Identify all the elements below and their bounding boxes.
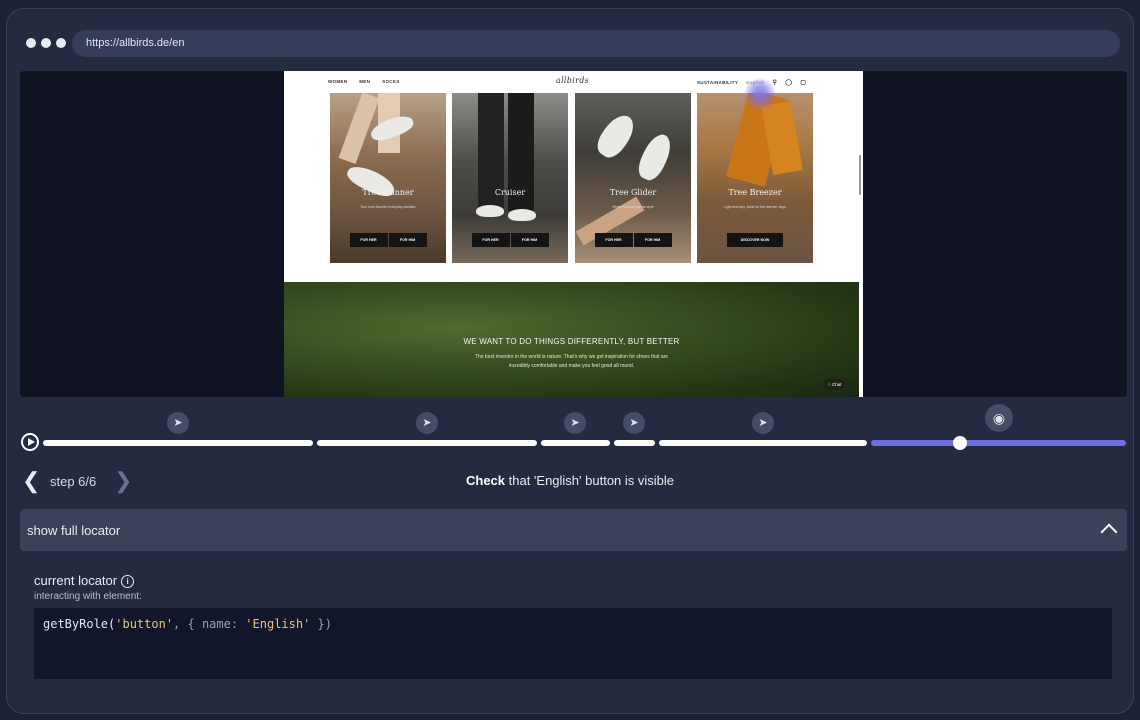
product-card: Tree Breezer Light and airy, ideal for t… xyxy=(697,93,813,263)
for-her-button[interactable]: FOR HER xyxy=(471,233,510,247)
photo-detail xyxy=(633,130,677,184)
for-him-button[interactable]: FOR HIM xyxy=(633,233,672,247)
hero-banner: WE WANT TO DO THINGS DIFFERENTLY, BUT BE… xyxy=(284,282,859,397)
full-locator-toggle[interactable]: show full locator xyxy=(20,509,1127,551)
site-nav: WOMEN MEN SOCKS allbirds SUSTAINABILITY … xyxy=(284,71,863,93)
cursor-click-icon[interactable]: ➤ xyxy=(416,412,438,434)
nav-sustainability[interactable]: SUSTAINABILITY xyxy=(697,80,738,85)
action-text: that 'English' button is visible xyxy=(505,473,675,488)
current-locator-label: current locator xyxy=(34,573,118,588)
for-her-button[interactable]: FOR HER xyxy=(349,233,388,247)
play-icon[interactable] xyxy=(21,433,39,451)
full-locator-label: show full locator xyxy=(27,523,121,538)
info-icon[interactable]: i xyxy=(121,575,135,588)
address-bar: https://allbirds.de/en xyxy=(72,30,1120,57)
for-him-button[interactable]: FOR HIM xyxy=(388,233,427,247)
window-dot xyxy=(41,38,51,48)
cursor-click-icon[interactable]: ➤ xyxy=(752,412,774,434)
cart-icon[interactable]: ▢ xyxy=(800,79,806,86)
hero-text-line: incredibly comfortable and make you feel… xyxy=(508,363,635,369)
product-title: Tree Runner xyxy=(362,188,414,197)
product-card: Cruiser FOR HER FOR HIM xyxy=(452,93,568,263)
timeline-segment-step-3[interactable] xyxy=(541,440,610,446)
photo-detail xyxy=(592,109,640,163)
discover-now-button[interactable]: DISCOVER NOW xyxy=(727,233,783,247)
code-function: getByRole( xyxy=(43,617,116,631)
code-name: 'English' xyxy=(245,617,311,631)
chevron-up-icon[interactable] xyxy=(1099,519,1119,539)
current-locator-heading: current locator i xyxy=(34,573,135,588)
site-logo[interactable]: allbirds xyxy=(556,76,589,85)
photo-detail xyxy=(508,209,536,221)
timeline-segment-step-5[interactable] xyxy=(659,440,867,446)
hero-heading: WE WANT TO DO THINGS DIFFERENTLY, BUT BE… xyxy=(463,337,680,346)
interacting-label: interacting with element: xyxy=(34,591,142,602)
window-dot xyxy=(26,38,36,48)
product-subtitle: Light and airy, ideal for the warmer day… xyxy=(724,205,786,209)
website-preview: WOMEN MEN SOCKS allbirds SUSTAINABILITY … xyxy=(284,71,863,397)
timeline-scrubber[interactable] xyxy=(953,436,967,450)
product-card: Tree Glider Where comfort meets style FO… xyxy=(575,93,691,263)
product-title: Tree Glider xyxy=(609,188,657,197)
hero-text-line: The best inventor in the world is nature… xyxy=(474,354,669,360)
code-options-close: }) xyxy=(310,617,333,631)
nav-women[interactable]: WOMEN xyxy=(328,79,347,84)
step-description: Check that 'English' button is visible xyxy=(0,473,1140,488)
cursor-click-icon[interactable]: ➤ xyxy=(167,412,189,434)
cursor-click-icon[interactable]: ➤ xyxy=(623,412,645,434)
window-dot xyxy=(56,38,66,48)
action-verb: Check xyxy=(465,473,506,488)
timeline-segment-step-6[interactable] xyxy=(871,440,1126,446)
code-options-open: , { name: xyxy=(173,617,246,631)
for-her-button[interactable]: FOR HER xyxy=(594,233,633,247)
timeline-segment-step-4[interactable] xyxy=(614,440,655,446)
product-title: Cruiser xyxy=(494,188,526,197)
product-title: Tree Breezer xyxy=(728,188,782,197)
chat-label: Chat xyxy=(831,382,842,387)
product-subtitle: Where comfort meets style xyxy=(612,205,654,209)
window-controls xyxy=(26,38,66,48)
nav-socks[interactable]: SOCKS xyxy=(382,79,400,84)
code-role: 'button' xyxy=(115,617,174,631)
photo-detail xyxy=(476,205,504,217)
account-icon[interactable]: ◯ xyxy=(785,79,792,86)
product-subtitle: Your new favorite everyday sneaker xyxy=(360,205,416,209)
chat-button[interactable]: ○ Chat xyxy=(823,379,847,390)
click-highlight xyxy=(744,78,776,110)
cursor-click-icon[interactable]: ➤ xyxy=(564,412,586,434)
timeline-segment-step-1[interactable] xyxy=(43,440,313,446)
product-card: Tree Runner Your new favorite everyday s… xyxy=(330,93,446,263)
locator-code-block: getByRole('button', { name: 'English' }) xyxy=(34,608,1112,679)
hero-text: The best inventor in the world is nature… xyxy=(284,353,859,371)
site-scrollbar[interactable] xyxy=(859,155,861,195)
eye-icon[interactable]: ◉ xyxy=(985,404,1013,432)
timeline-segment-step-2[interactable] xyxy=(317,440,537,446)
for-him-button[interactable]: FOR HIM xyxy=(510,233,549,247)
nav-men[interactable]: MEN xyxy=(359,79,370,84)
